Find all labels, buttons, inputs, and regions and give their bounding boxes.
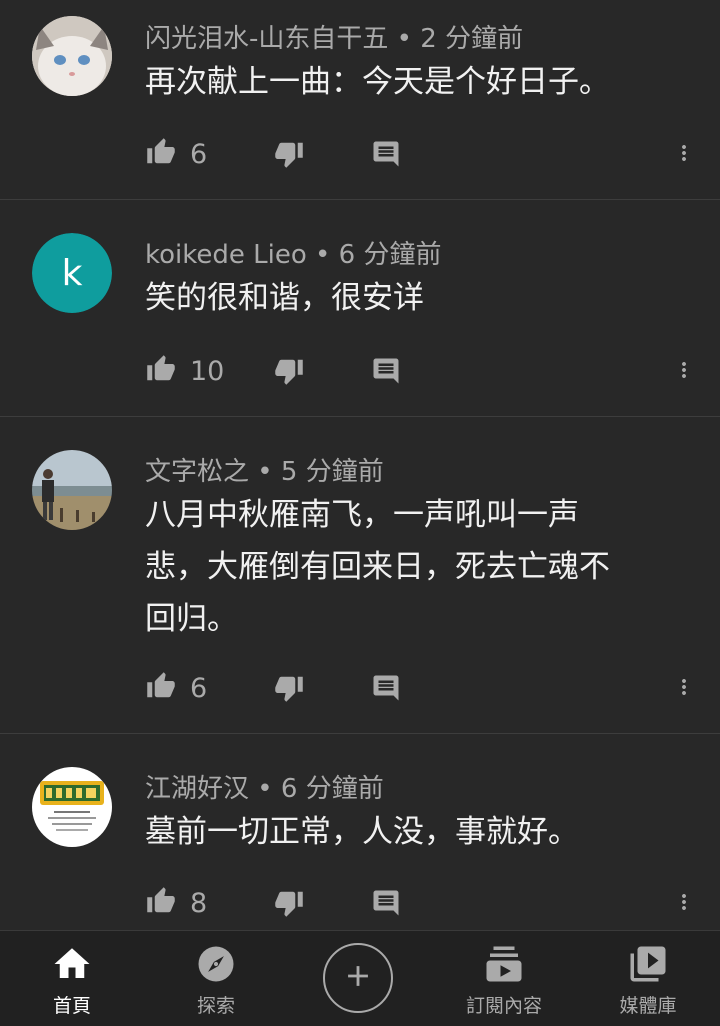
comment-meta: 闪光泪水-山东自干五 • 2 分鐘前 — [145, 24, 524, 54]
comment-actions: 6 — [0, 669, 720, 709]
avatar-letter: k — [61, 252, 83, 294]
comment-meta: 江湖好汉 • 6 分鐘前 — [145, 774, 384, 804]
thumb-up-icon — [147, 887, 175, 913]
thumb-down-icon — [275, 142, 303, 168]
more-options-button[interactable] — [672, 354, 696, 390]
thumb-down-icon — [275, 359, 303, 385]
logo-avatar-image — [32, 767, 112, 847]
more-vert-icon — [682, 145, 686, 161]
avatar[interactable]: k — [32, 233, 112, 313]
comment-text: 再次献上一曲：今天是个好日子。 — [145, 64, 610, 100]
nav-explore-label: 探索 — [196, 995, 235, 1017]
dislike-button[interactable] — [273, 356, 305, 390]
comment-time[interactable]: 2 分鐘前 — [420, 24, 523, 54]
comment-icon — [373, 358, 399, 384]
comment-actions: 6 — [0, 135, 720, 175]
nav-explore[interactable]: 探索 — [156, 931, 276, 1026]
like-count: 10 — [190, 356, 225, 387]
comment-item: 闪光泪水-山东自干五 • 2 分鐘前 再次献上一曲：今天是个好日子。 6 — [0, 0, 720, 200]
like-button[interactable] — [145, 137, 177, 171]
nav-subscriptions-label: 訂閱內容 — [465, 995, 542, 1017]
comment-text: 笑的很和谐，很安详 — [145, 280, 424, 316]
reply-button[interactable] — [371, 888, 401, 922]
nav-home-label: 首頁 — [52, 995, 91, 1017]
dislike-button[interactable] — [273, 139, 305, 173]
bottom-nav: 首頁 探索 訂閱內容 媒體庫 — [0, 930, 720, 1026]
like-count: 6 — [190, 673, 208, 704]
author-name[interactable]: 江湖好汉 — [145, 774, 249, 804]
library-icon — [627, 943, 669, 989]
comment-time[interactable]: 6 分鐘前 — [339, 240, 442, 270]
reply-button[interactable] — [371, 139, 401, 173]
thumb-up-icon — [147, 672, 175, 698]
like-count: 8 — [190, 888, 208, 919]
cat-avatar-image — [32, 16, 112, 96]
avatar[interactable] — [32, 450, 112, 530]
thumb-up-icon — [147, 138, 175, 164]
reply-button[interactable] — [371, 356, 401, 390]
comment-text: 八月中秋雁南飞，一声吼叫一声 悲，大雁倒有回来日，死去亡魂不 回归。 — [145, 497, 610, 637]
comment-meta: koikede Lieo • 6 分鐘前 — [145, 240, 442, 270]
nav-library-label: 媒體庫 — [619, 995, 677, 1017]
reply-button[interactable] — [371, 673, 401, 707]
dislike-button[interactable] — [273, 673, 305, 707]
like-button[interactable] — [145, 886, 177, 920]
compass-icon — [195, 943, 237, 989]
plus-icon — [341, 959, 375, 997]
comment-item: k koikede Lieo • 6 分鐘前 笑的很和谐，很安详 10 — [0, 200, 720, 417]
avatar[interactable] — [32, 16, 112, 96]
like-button[interactable] — [145, 671, 177, 705]
thumb-down-icon — [275, 676, 303, 702]
home-icon — [51, 943, 93, 989]
author-name[interactable]: 闪光泪水-山东自干五 — [145, 24, 388, 54]
comment-text: 墓前一切正常，人没，事就好。 — [145, 814, 579, 850]
comment-icon — [373, 141, 399, 167]
more-vert-icon — [682, 894, 686, 910]
comment-actions: 8 — [0, 884, 720, 924]
comment-item: 文字松之 • 5 分鐘前 八月中秋雁南飞，一声吼叫一声 悲，大雁倒有回来日，死去… — [0, 417, 720, 734]
comment-icon — [373, 890, 399, 916]
more-vert-icon — [682, 679, 686, 695]
more-options-button[interactable] — [672, 671, 696, 707]
comment-meta: 文字松之 • 5 分鐘前 — [145, 457, 384, 487]
subscriptions-icon — [483, 943, 525, 989]
more-vert-icon — [682, 362, 686, 378]
like-button[interactable] — [145, 354, 177, 388]
more-options-button[interactable] — [672, 886, 696, 922]
comment-actions: 10 — [0, 352, 720, 392]
nav-home[interactable]: 首頁 — [12, 931, 132, 1026]
nav-library[interactable]: 媒體庫 — [588, 931, 708, 1026]
author-name[interactable]: koikede Lieo — [145, 240, 307, 270]
beach-avatar-image — [32, 450, 112, 530]
dislike-button[interactable] — [273, 888, 305, 922]
nav-subscriptions[interactable]: 訂閱內容 — [444, 931, 564, 1026]
thumb-down-icon — [275, 891, 303, 917]
create-button[interactable] — [323, 943, 393, 1013]
comment-item: 江湖好汉 • 6 分鐘前 墓前一切正常，人没，事就好。 8 — [0, 734, 720, 930]
like-count: 6 — [190, 139, 208, 170]
more-options-button[interactable] — [672, 137, 696, 173]
avatar[interactable] — [32, 767, 112, 847]
thumb-up-icon — [147, 355, 175, 381]
comment-time[interactable]: 5 分鐘前 — [281, 457, 384, 487]
author-name[interactable]: 文字松之 — [145, 457, 249, 487]
comment-time[interactable]: 6 分鐘前 — [281, 774, 384, 804]
comment-icon — [373, 675, 399, 701]
